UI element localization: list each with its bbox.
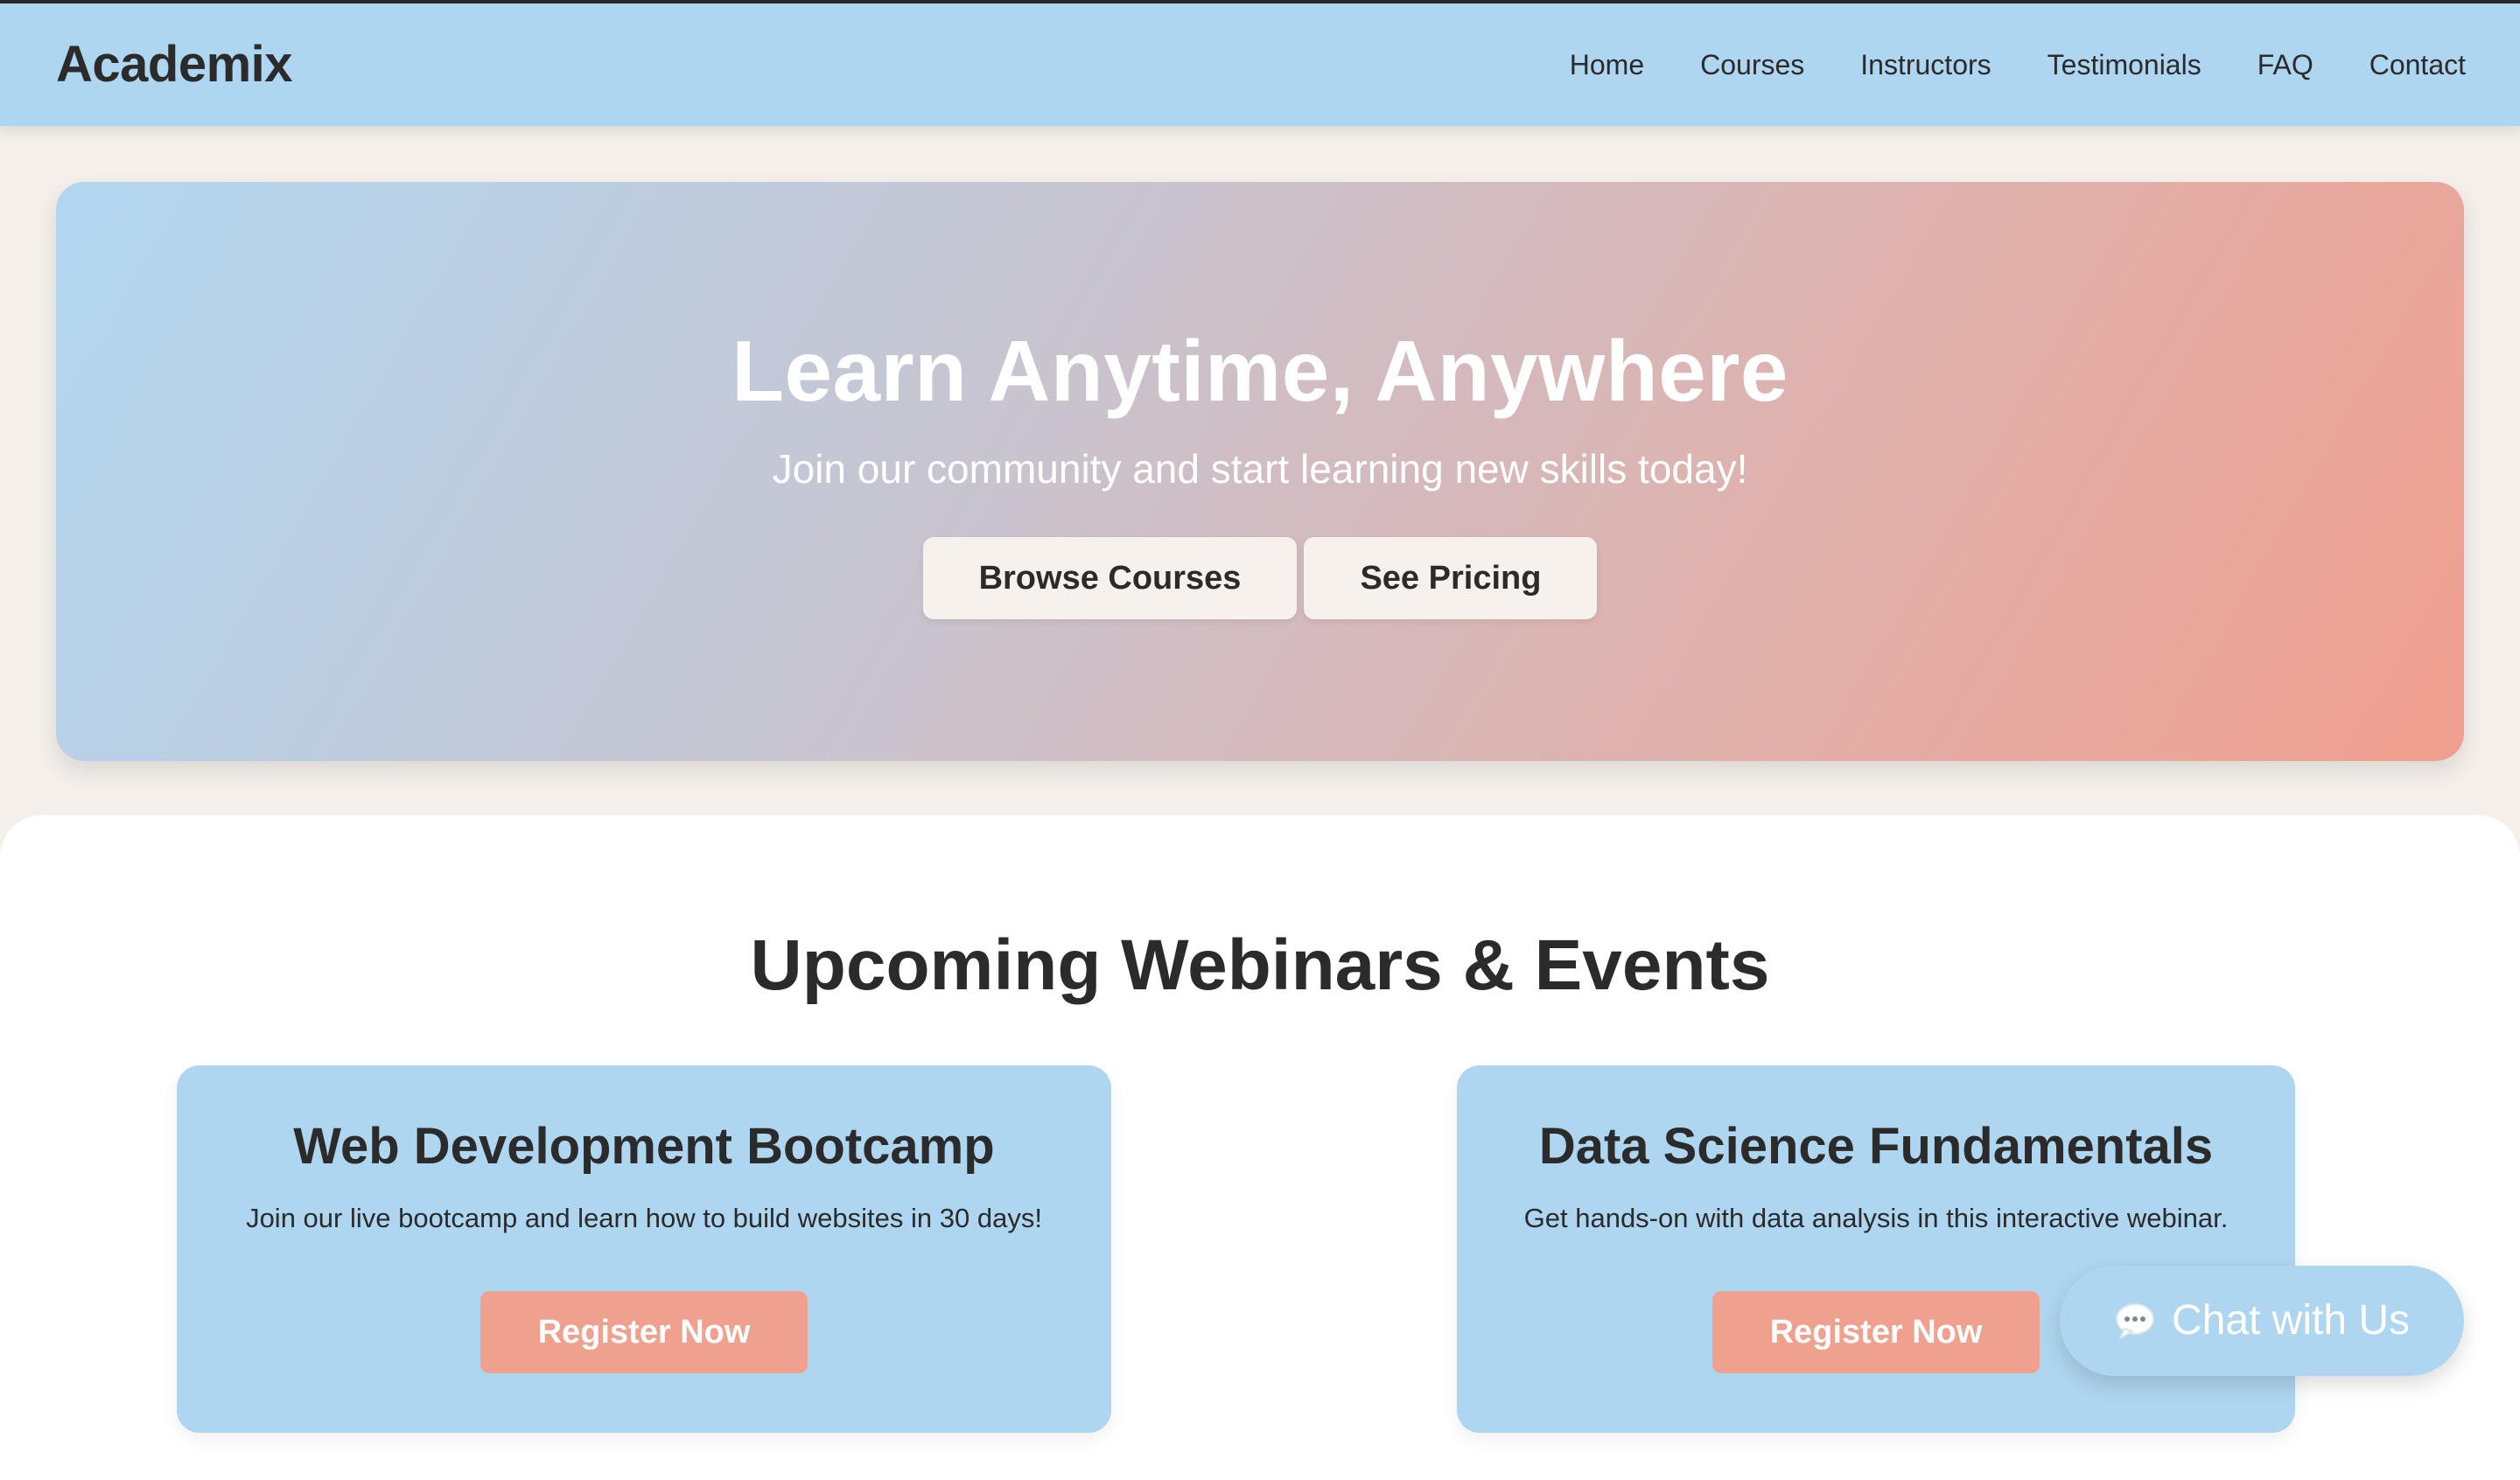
register-now-button[interactable]: Register Now [480,1291,808,1373]
hero-buttons: Browse Courses See Pricing [56,537,2464,619]
event-card-description: Join our live bootcamp and learn how to … [246,1203,1042,1233]
event-card-data-science: Data Science Fundamentals Get hands-on w… [1457,1065,2295,1433]
hero-banner: Learn Anytime, Anywhere Join our communi… [56,182,2464,761]
hero-title: Learn Anytime, Anywhere [732,323,1788,419]
navbar: Academix Home Courses Instructors Testim… [0,3,2520,126]
browse-courses-button[interactable]: Browse Courses [922,537,1298,619]
event-card-web-development: Web Development Bootcamp Join our live b… [177,1065,1111,1433]
chat-label: Chat with Us [2171,1297,2411,1344]
nav-link-instructors[interactable]: Instructors [1860,47,1991,82]
nav-links: Home Courses Instructors Testimonials FA… [1570,3,2466,126]
nav-link-contact[interactable]: Contact [2370,47,2466,82]
nav-link-courses[interactable]: Courses [1700,47,1804,82]
register-now-button[interactable]: Register Now [1712,1291,2040,1373]
hero-subtitle: Join our community and start learning ne… [772,446,1748,492]
nav-link-home[interactable]: Home [1570,47,1644,82]
event-card-title: Web Development Bootcamp [293,1118,995,1175]
brand-logo[interactable]: Academix [56,31,293,98]
events-title: Upcoming Webinars & Events [750,925,1770,1005]
see-pricing-button[interactable]: See Pricing [1304,537,1598,619]
event-card-title: Data Science Fundamentals [1538,1118,2214,1175]
nav-link-testimonials[interactable]: Testimonials [2048,47,2202,82]
chat-bubble-icon [2114,1302,2156,1340]
chat-with-us-button[interactable]: Chat with Us [2060,1266,2464,1376]
event-card-description: Get hands-on with data analysis in this … [1523,1203,2229,1233]
nav-link-faq[interactable]: FAQ [2258,47,2314,82]
events-section: Upcoming Webinars & Events Web Developme… [0,815,2520,1480]
